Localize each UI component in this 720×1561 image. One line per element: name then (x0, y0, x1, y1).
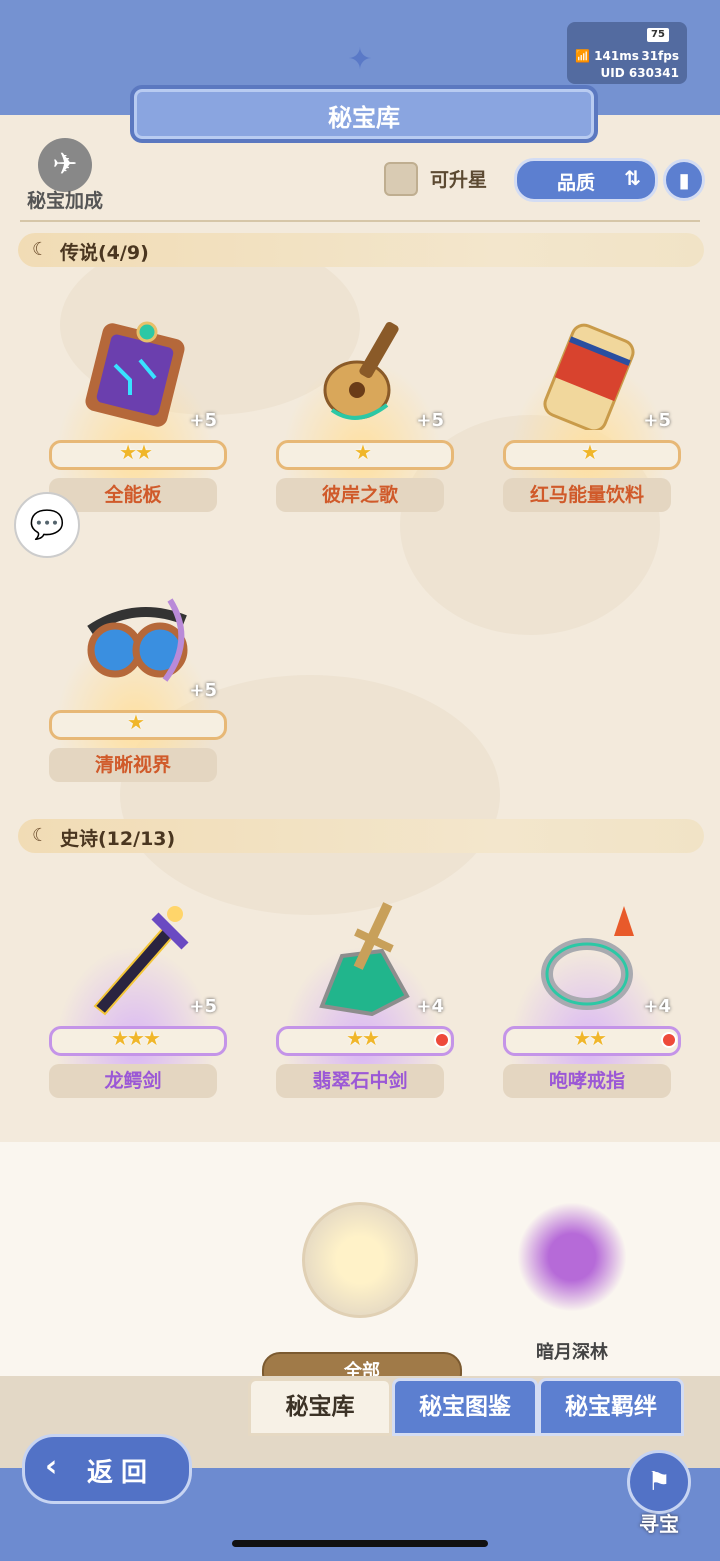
treasure-bonus-button[interactable]: ✈ 秘宝加成 (18, 138, 112, 212)
upgradable-checkbox[interactable] (384, 162, 418, 196)
level-bonus: +5 (416, 410, 444, 431)
treasure-card[interactable]: ★ +5 红马能量饮料 (489, 290, 689, 520)
bonus-label: 秘宝加成 (26, 190, 103, 212)
ping-readout: 📶 141ms (575, 49, 639, 63)
section-header-legend: ☾ 传说(4/9) (18, 233, 704, 267)
treasure-card[interactable]: ★ +5 彼岸之歌 (262, 290, 462, 520)
lute-icon (323, 321, 399, 420)
region-all[interactable]: 全部 (262, 1202, 462, 1392)
star-rating: ★ (354, 440, 372, 464)
uid-readout: UID 630341 (600, 66, 679, 80)
section-title: 史诗(12/13) (60, 828, 176, 850)
wifi-icon: 📶 (575, 49, 590, 63)
treasure-hunt-label: 寻宝 (639, 1512, 679, 1536)
energy-drink-icon (543, 323, 635, 430)
goggles-icon (87, 598, 188, 682)
star-rating: ★★ (346, 1026, 380, 1050)
back-label: 返回 (87, 1458, 156, 1488)
star-rating: ★★ (573, 1026, 607, 1050)
notification-dot (661, 1032, 677, 1048)
treasure-hunt-icon: ⚑ (627, 1450, 691, 1514)
cat-crest-icon: ✦ (347, 42, 373, 77)
moon-icon: ☾ (32, 825, 49, 846)
region-dark-moon-forest[interactable]: 暗月深林 (492, 1202, 652, 1364)
book-icon[interactable]: ▮ (663, 159, 705, 201)
ring-icon (541, 906, 634, 1010)
treasure-hunt-button[interactable]: ⚑ 寻宝 (624, 1450, 694, 1536)
treasure-name: 彼岸之歌 (276, 478, 444, 512)
sort-quality-button[interactable]: 品质 ⇅ (514, 158, 658, 202)
treasure-card[interactable]: ★★ +4 翡翠石中剑 (262, 876, 462, 1106)
board-icon (85, 321, 185, 427)
fps-readout: 31fps (641, 49, 679, 63)
divider (20, 220, 700, 222)
battery-indicator: 75 (647, 28, 669, 42)
sort-label: 品质 (557, 172, 596, 194)
treasure-name: 红马能量饮料 (503, 478, 671, 512)
level-bonus: +4 (416, 996, 444, 1017)
region-selector: 全部 暗月深林 (0, 1142, 720, 1392)
forest-icon (517, 1202, 627, 1312)
tab-treasure-bonds[interactable]: 秘宝羁绊 (538, 1378, 684, 1436)
star-rating: ★★ (119, 440, 153, 464)
level-bonus: +5 (189, 996, 217, 1017)
sword-icon (93, 906, 189, 1016)
status-overlay: 75 📶 141ms 31fps UID 630341 (567, 22, 687, 84)
level-bonus: +5 (189, 680, 217, 701)
notification-dot (434, 1032, 450, 1048)
level-bonus: +5 (643, 410, 671, 431)
treasure-card[interactable]: ★ +5 清晰视界 (35, 560, 235, 790)
back-button[interactable]: ‹ 返回 (22, 1434, 192, 1504)
star-rating: ★★★ (111, 1026, 161, 1050)
treasure-card[interactable]: ★★ +5 全能板 (35, 290, 235, 520)
sort-arrows-icon: ⇅ (624, 166, 641, 190)
star-rating: ★ (127, 710, 145, 734)
chevron-left-icon: ‹ (45, 1449, 58, 1484)
chat-bubble-icon[interactable]: 💬 (14, 492, 80, 558)
treasure-card[interactable]: ★★★ +5 龙鳄剑 (35, 876, 235, 1106)
treasure-name: 咆哮戒指 (503, 1064, 671, 1098)
region-label: 暗月深林 (536, 1342, 608, 1363)
sword-in-stone-icon (319, 902, 410, 1016)
home-indicator (232, 1540, 488, 1547)
star-rating: ★ (581, 440, 599, 464)
tab-treasure-vault[interactable]: 秘宝库 (248, 1378, 392, 1436)
treasure-name: 翡翠石中剑 (276, 1064, 444, 1098)
moon-icon: ☾ (32, 239, 49, 260)
section-header-epic: ☾ 史诗(12/13) (18, 819, 704, 853)
page-title-plate: 秘宝库 (130, 85, 598, 143)
page-title: 秘宝库 (328, 104, 400, 132)
treasure-name: 龙鳄剑 (49, 1064, 217, 1098)
tab-treasure-codex[interactable]: 秘宝图鉴 (392, 1378, 538, 1436)
level-bonus: +5 (189, 410, 217, 431)
bonus-icon: ✈ (38, 138, 92, 192)
upgradable-label: 可升星 (430, 169, 488, 191)
treasure-card[interactable]: ★★ +4 咆哮戒指 (489, 876, 689, 1106)
treasure-name: 清晰视界 (49, 748, 217, 782)
village-icon (302, 1202, 418, 1318)
section-title: 传说(4/9) (60, 242, 149, 264)
level-bonus: +4 (643, 996, 671, 1017)
